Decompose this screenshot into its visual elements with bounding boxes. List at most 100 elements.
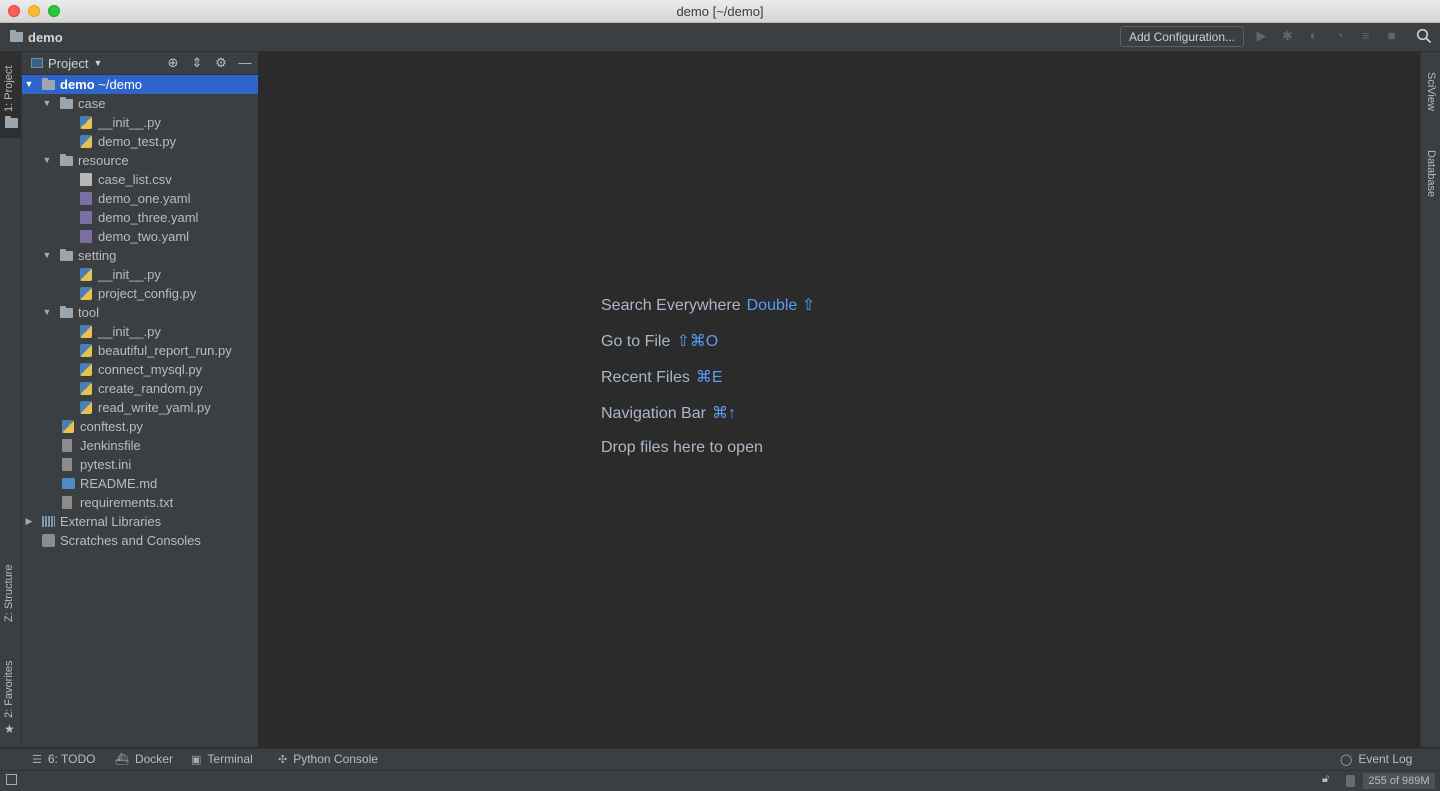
python-file-icon xyxy=(80,325,92,338)
tree-file[interactable]: case_list.csv xyxy=(22,170,258,189)
tree-file[interactable]: Scratches and Consoles xyxy=(22,531,258,550)
tab-todo-label: 6: TODO xyxy=(47,752,96,766)
tab-database-label: Database xyxy=(1425,150,1437,198)
tree-folder[interactable]: ▼ tool xyxy=(22,303,258,322)
tree-file[interactable]: demo_test.py xyxy=(22,132,258,151)
tree-item-label: case_list.csv xyxy=(98,170,172,189)
folder-icon xyxy=(5,116,18,128)
tab-todo[interactable]: ☰ 6: TODO xyxy=(32,752,95,766)
project-panel-header: Project ▼ ⊕ ⇕ ⚙ — xyxy=(22,52,258,75)
tab-docker[interactable]: ⛴ Docker xyxy=(115,752,173,766)
tree-item-name: demo xyxy=(60,77,95,92)
tree-file[interactable]: read_write_yaml.py xyxy=(22,398,258,417)
folder-icon xyxy=(60,249,73,261)
run-toolbar: ▶ ✱ ◐ ◔ ≡ ■ xyxy=(1254,28,1399,43)
yaml-file-icon xyxy=(80,230,92,243)
tree-item-name: External Libraries xyxy=(60,514,162,529)
concurrency-icon[interactable]: ≡ xyxy=(1358,28,1373,43)
add-configuration-button[interactable]: Add Configuration... xyxy=(1120,26,1244,47)
tree-item-label: demo ~/demo xyxy=(60,75,142,94)
hint-label: Recent Files xyxy=(601,369,690,386)
expand-arrow-icon[interactable]: ▼ xyxy=(42,303,52,322)
yaml-file-icon xyxy=(80,192,92,205)
tree-file[interactable]: __init__.py xyxy=(22,265,258,284)
tree-item-label: case xyxy=(78,94,105,113)
zoom-window-button[interactable] xyxy=(48,5,60,17)
tab-structure[interactable]: Z: Structure xyxy=(0,552,21,638)
unlock-icon[interactable]: 🔓︎ xyxy=(1322,773,1329,786)
debug-icon[interactable]: ✱ xyxy=(1280,28,1295,43)
tree-file[interactable]: demo_three.yaml xyxy=(22,208,258,227)
run-icon[interactable]: ▶ xyxy=(1254,28,1269,43)
tree-file[interactable]: __init__.py xyxy=(22,113,258,132)
python-file-icon xyxy=(80,268,92,281)
close-window-button[interactable] xyxy=(8,5,20,17)
collapse-arrow-icon[interactable]: ▶ xyxy=(24,512,34,531)
tree-item-label: Scratches and Consoles xyxy=(60,531,201,550)
tree-file[interactable]: Jenkinsfile xyxy=(22,436,258,455)
tree-item-label: conftest.py xyxy=(80,417,143,436)
tree-file[interactable]: pytest.ini xyxy=(22,455,258,474)
tree-file[interactable]: create_random.py xyxy=(22,379,258,398)
editor-area[interactable]: Search Everywhere Double ⇧ Go to File ⇧⌘O Re… xyxy=(259,52,1419,747)
tree-item-name: conftest.py xyxy=(80,419,143,434)
tree-item-name: requirements.txt xyxy=(80,495,174,510)
coverage-icon[interactable]: ◐ xyxy=(1306,28,1321,43)
tree-file[interactable]: demo_two.yaml xyxy=(22,227,258,246)
tree-file[interactable]: project_config.py xyxy=(22,284,258,303)
tree-folder[interactable]: ▼ resource xyxy=(22,151,258,170)
tree-item-name: demo_one.yaml xyxy=(98,191,191,206)
tool-windows-toggle-icon[interactable] xyxy=(6,774,17,785)
expand-arrow-icon[interactable]: ▼ xyxy=(24,75,34,94)
tab-favorites[interactable]: 2: Favorites ★ xyxy=(0,652,21,742)
memory-indicator[interactable]: 255 of 989M xyxy=(1363,773,1435,789)
hint-shortcut: ⌘E xyxy=(695,369,723,386)
yaml-file-icon xyxy=(80,211,92,224)
tree-file[interactable]: requirements.txt xyxy=(22,493,258,512)
locate-file-icon[interactable]: ⊕ xyxy=(166,55,180,71)
tab-terminal[interactable]: ▣ Terminal xyxy=(191,752,253,766)
tree-item-name: connect_mysql.py xyxy=(98,362,203,377)
collapse-all-icon[interactable]: ⇕ xyxy=(190,55,204,71)
csv-file-icon xyxy=(80,173,92,186)
tab-sciview[interactable]: SciView xyxy=(1423,60,1440,120)
profile-icon[interactable]: ◔ xyxy=(1332,28,1347,43)
tree-file[interactable]: README.md xyxy=(22,474,258,493)
tree-item-name: __init__.py xyxy=(98,324,161,339)
tree-file[interactable]: conftest.py xyxy=(22,417,258,436)
tree-file[interactable]: connect_mysql.py xyxy=(22,360,258,379)
project-view-selector[interactable]: Project ▼ xyxy=(31,56,102,71)
tree-file[interactable]: __init__.py xyxy=(22,322,258,341)
minimize-window-button[interactable] xyxy=(28,5,40,17)
tree-file[interactable]: beautiful_report_run.py xyxy=(22,341,258,360)
expand-arrow-icon[interactable]: ▼ xyxy=(42,246,52,265)
tree-item-name: demo_test.py xyxy=(98,134,177,149)
ini-file-icon xyxy=(62,458,72,471)
expand-arrow-icon[interactable]: ▼ xyxy=(42,94,52,113)
tab-project[interactable]: 1: Project xyxy=(0,52,21,138)
tree-folder[interactable]: ▼ setting xyxy=(22,246,258,265)
tree-item-name: tool xyxy=(78,305,99,320)
star-icon: ★ xyxy=(4,722,15,736)
hint-label: Navigation Bar xyxy=(601,405,706,422)
tab-event-log[interactable]: ◯ Event Log xyxy=(1340,752,1412,766)
python-file-icon xyxy=(80,135,92,148)
stop-icon[interactable]: ■ xyxy=(1384,28,1399,43)
folder-icon xyxy=(42,78,55,90)
tree-file[interactable]: demo_one.yaml xyxy=(22,189,258,208)
tab-event-log-label: Event Log xyxy=(1358,752,1413,766)
tree-folder[interactable]: ▼ case xyxy=(22,94,258,113)
tab-python-console[interactable]: ✣ Python Console xyxy=(278,752,378,766)
tree-folder[interactable]: ▶ External Libraries xyxy=(22,512,258,531)
search-icon[interactable] xyxy=(1416,28,1432,44)
tab-database[interactable]: Database xyxy=(1423,136,1440,206)
gear-icon[interactable]: ⚙ xyxy=(214,55,228,71)
chevron-down-icon: ▼ xyxy=(93,58,103,68)
folder-icon xyxy=(10,30,23,42)
tree-folder[interactable]: ▼ demo ~/demo xyxy=(22,75,258,94)
status-bar: 🔓︎ 255 of 989M xyxy=(0,770,1440,791)
hide-panel-icon[interactable]: — xyxy=(238,55,252,71)
tree-item-name: read_write_yaml.py xyxy=(98,400,211,415)
breadcrumb[interactable]: demo xyxy=(10,30,63,45)
expand-arrow-icon[interactable]: ▼ xyxy=(42,151,52,170)
